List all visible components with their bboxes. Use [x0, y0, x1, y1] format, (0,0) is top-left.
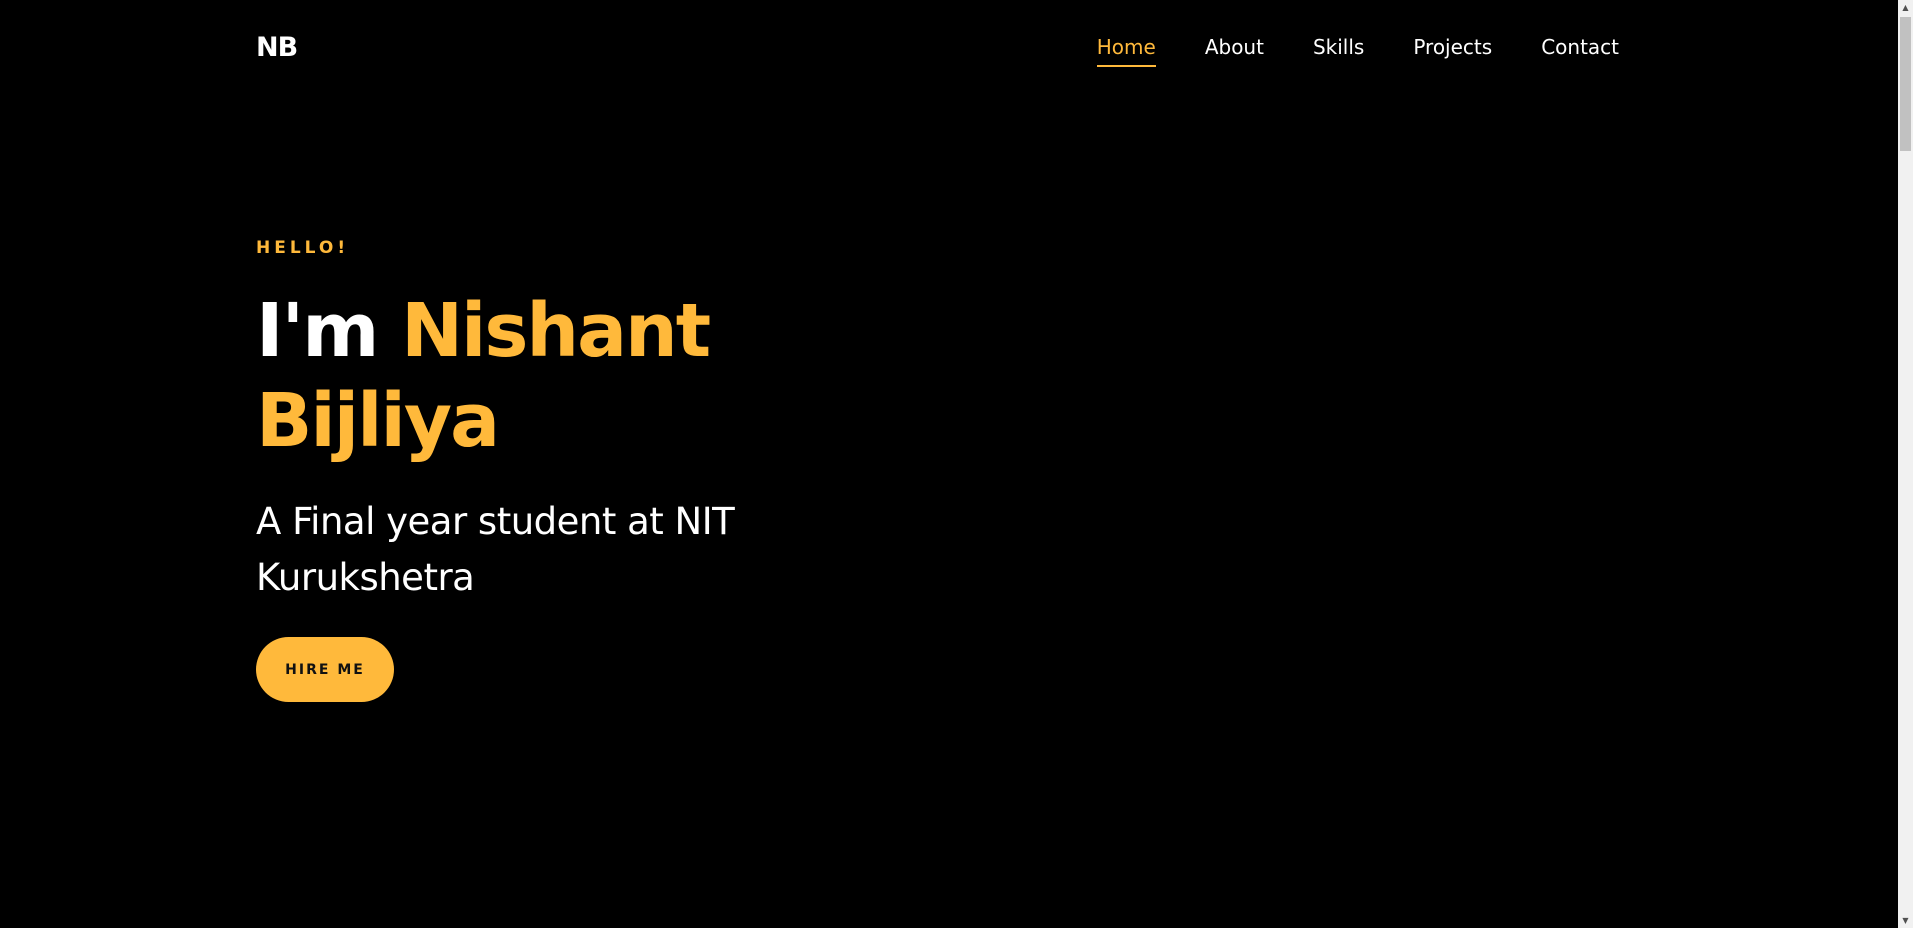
nav-item-home[interactable]: Home	[1096, 30, 1156, 67]
nav-item-skills[interactable]: Skills	[1313, 30, 1364, 64]
page-scrollbar[interactable]: ▲ ▼	[1898, 0, 1913, 928]
nav-item-contact[interactable]: Contact	[1541, 30, 1619, 64]
hero-greeting: HELLO!	[256, 238, 350, 258]
nav-item-about[interactable]: About	[1205, 30, 1264, 64]
main-nav: Home About Skills Projects Contact	[1096, 30, 1619, 67]
site-logo[interactable]: NB	[256, 30, 298, 66]
hero-title: I'm Nishant Bijliya	[256, 286, 876, 466]
scroll-up-arrow-icon[interactable]: ▲	[1898, 0, 1913, 15]
nav-item-projects[interactable]: Projects	[1413, 30, 1492, 64]
hero-subtitle: A Final year student at NIT Kurukshetra	[256, 500, 735, 599]
page: NB Home About Skills Projects Contact HE…	[0, 0, 1913, 928]
hire-me-button[interactable]: HIRE ME	[256, 637, 394, 702]
scroll-down-arrow-icon[interactable]: ▼	[1898, 913, 1913, 928]
scrollbar-thumb[interactable]	[1900, 17, 1911, 151]
hero-title-prefix: I'm	[256, 288, 379, 374]
